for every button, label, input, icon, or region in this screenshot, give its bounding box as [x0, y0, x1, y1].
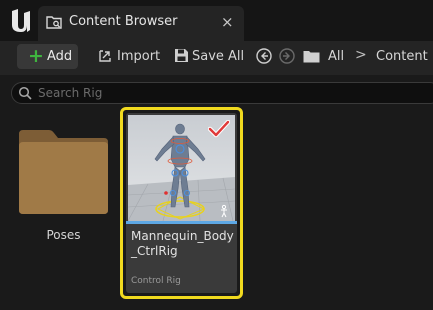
forward-arrow-icon[interactable] [279, 48, 295, 64]
asset-type-label: Control Rig [131, 276, 181, 286]
unreal-logo-icon[interactable] [9, 8, 33, 34]
folder-icon[interactable] [17, 128, 110, 216]
back-arrow-icon[interactable] [256, 48, 272, 64]
tab-title: Content Browser [69, 14, 178, 29]
chevron-right-icon[interactable]: > [355, 47, 367, 63]
save-all-icon[interactable] [174, 48, 189, 63]
breadcrumb-content[interactable]: Content [376, 49, 428, 64]
add-button-label: Add [47, 49, 73, 64]
folder-icon[interactable] [303, 50, 320, 63]
asset-name: Mannequin_Body_CtrlRig [131, 229, 234, 258]
folder-label: Poses [46, 228, 81, 242]
checkmark-icon [208, 120, 230, 138]
save-all-button[interactable]: Save All [192, 49, 244, 64]
import-icon[interactable] [97, 48, 113, 64]
close-tab-icon[interactable]: × [221, 12, 234, 32]
content-browser-icon [46, 16, 62, 29]
search-input[interactable] [38, 83, 418, 103]
search-icon [18, 86, 32, 100]
breadcrumb-all[interactable]: All [328, 49, 344, 64]
asset-type-stripe [126, 221, 237, 224]
plus-icon: + [28, 45, 44, 67]
import-button[interactable]: Import [117, 49, 160, 64]
